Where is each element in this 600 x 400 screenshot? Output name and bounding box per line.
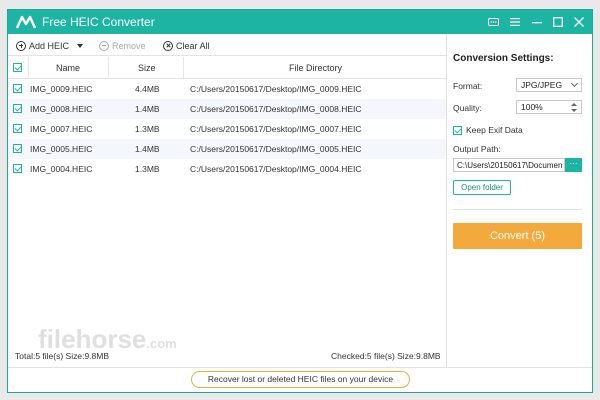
remove-label: Remove: [112, 40, 146, 51]
file-size: 1.4MB: [135, 144, 160, 154]
add-icon: [16, 40, 26, 51]
open-folder-button[interactable]: Open folder: [453, 180, 511, 195]
close-button[interactable]: [569, 13, 589, 31]
app-window: Free HEIC Converter Add HEIC Remove Clea…: [7, 9, 593, 393]
file-table: Name Size File Directory IMG_0009.HEIC 4.…: [8, 57, 446, 179]
file-size: 4.4MB: [135, 84, 160, 94]
app-logo-icon: [16, 15, 36, 29]
close-icon: [574, 17, 584, 27]
quality-stepper[interactable]: 100%: [516, 100, 582, 114]
toolbar: Add HEIC Remove Clear All: [8, 34, 446, 56]
convert-button[interactable]: Convert (5): [453, 223, 582, 249]
chevron-down-icon[interactable]: [77, 43, 84, 48]
file-name: IMG_0007.HEIC: [30, 124, 93, 134]
remove-icon: [99, 40, 109, 51]
table-row[interactable]: IMG_0009.HEIC 4.4MB C:/Users/20150617/Desk…: [8, 79, 446, 99]
minimize-button[interactable]: [527, 13, 547, 31]
window-title: Free HEIC Converter: [42, 15, 155, 29]
quality-label: Quality:: [453, 103, 482, 113]
file-directory: C:/Users/20150617/Desktop/IMG_0009.HEIC: [190, 84, 362, 94]
file-directory: C:/Users/20150617/Desktop/IMG_0005.HEIC: [190, 144, 362, 154]
quality-value: 100%: [521, 102, 543, 112]
format-select[interactable]: JPG/JPEG: [516, 78, 582, 92]
table-header: Name Size File Directory: [8, 57, 446, 79]
file-directory: C:/Users/20150617/Desktop/IMG_0007.HEIC: [190, 124, 362, 134]
file-name: IMG_0004.HEIC: [30, 164, 93, 174]
keep-exif-checkbox[interactable]: [453, 125, 462, 135]
add-heic-button[interactable]: Add HEIC: [16, 39, 84, 52]
table-body: IMG_0009.HEIC 4.4MB C:/Users/20150617/Desk…: [8, 79, 446, 179]
browse-button[interactable]: ···: [565, 158, 582, 172]
table-row[interactable]: IMG_0005.HEIC 1.4MB C:/Users/20150617/Desk…: [8, 139, 446, 159]
feedback-icon: [487, 17, 499, 26]
settings-title: Conversion Settings:: [453, 53, 554, 64]
maximize-button[interactable]: [548, 13, 568, 31]
row-checkbox[interactable]: [13, 124, 22, 133]
title-bar[interactable]: Free HEIC Converter: [8, 10, 592, 34]
format-value: JPG/JPEG: [521, 80, 563, 90]
footer: Recover lost or deleted HEIC files on yo…: [8, 367, 592, 392]
column-divider: [183, 57, 184, 79]
header-file-directory[interactable]: File Directory: [289, 63, 342, 73]
select-all-checkbox[interactable]: [13, 63, 22, 72]
header-name[interactable]: Name: [56, 63, 80, 73]
column-divider: [28, 57, 29, 79]
clear-all-button[interactable]: Clear All: [163, 39, 210, 52]
file-size: 1.3MB: [135, 124, 160, 134]
panel-separator: [453, 209, 582, 210]
header-size[interactable]: Size: [138, 63, 156, 73]
recover-files-button[interactable]: Recover lost or deleted HEIC files on yo…: [191, 371, 410, 388]
chevron-down-icon: [570, 79, 579, 88]
file-name: IMG_0009.HEIC: [30, 84, 93, 94]
file-name: IMG_0008.HEIC: [30, 104, 93, 114]
row-checkbox[interactable]: [13, 164, 22, 173]
spin-down-icon[interactable]: [571, 109, 577, 112]
row-checkbox[interactable]: [13, 144, 22, 153]
add-heic-label: Add HEIC: [29, 40, 70, 51]
clear-icon: [163, 40, 173, 51]
file-size: 1.3MB: [135, 164, 160, 174]
feedback-button[interactable]: [483, 13, 503, 31]
clear-all-label: Clear All: [176, 40, 210, 51]
output-path-label: Output Path:: [453, 144, 501, 154]
file-name: IMG_0005.HEIC: [30, 144, 93, 154]
file-directory: C:/Users/20150617/Desktop/IMG_0004.HEIC: [190, 164, 362, 174]
total-status: Total:5 file(s) Size:9.8MB: [15, 351, 110, 361]
table-row[interactable]: IMG_0007.HEIC 1.3MB C:/Users/20150617/Desk…: [8, 119, 446, 139]
menu-button[interactable]: [505, 13, 525, 31]
checked-status: Checked:5 file(s) Size:9.8MB: [331, 351, 441, 361]
table-row[interactable]: IMG_0004.HEIC 1.3MB C:/Users/20150617/Desk…: [8, 159, 446, 179]
conversion-settings-panel: Conversion Settings: Format: JPG/JPEG Qu…: [447, 34, 592, 367]
menu-icon: [510, 18, 520, 26]
row-checkbox[interactable]: [13, 104, 22, 113]
maximize-icon: [553, 17, 563, 27]
file-directory: C:/Users/20150617/Desktop/IMG_0008.HEIC: [190, 104, 362, 114]
keep-exif-label: Keep Exif Data: [466, 125, 523, 135]
format-label: Format:: [453, 81, 483, 91]
output-path-field[interactable]: C:\Users\20150617\Documen: [453, 158, 565, 172]
spin-up-icon[interactable]: [571, 103, 577, 106]
status-bar: Total:5 file(s) Size:9.8MB Checked:5 fil…: [8, 349, 446, 367]
minimize-icon: [532, 22, 542, 24]
keep-exif-option[interactable]: Keep Exif Data: [453, 125, 523, 135]
file-size: 1.4MB: [135, 104, 160, 114]
remove-button[interactable]: Remove: [99, 39, 146, 52]
column-divider: [108, 57, 109, 79]
table-row[interactable]: IMG_0008.HEIC 1.4MB C:/Users/20150617/Desk…: [8, 99, 446, 119]
row-checkbox[interactable]: [13, 84, 22, 93]
